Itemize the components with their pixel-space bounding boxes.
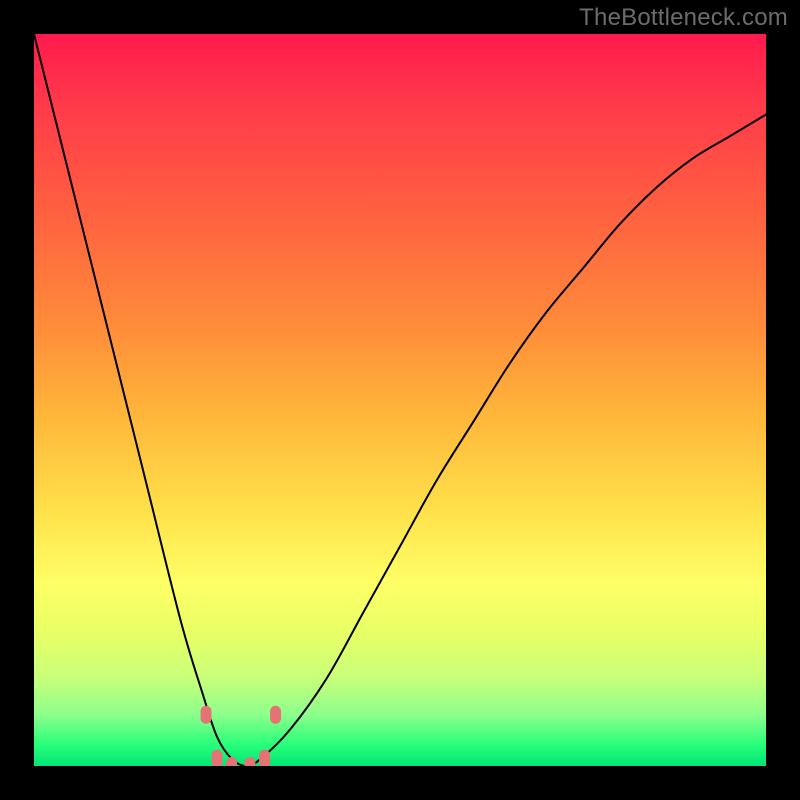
curve-marker (244, 757, 255, 766)
curve-marker (201, 706, 212, 724)
curve-svg (34, 34, 766, 766)
plot-area (34, 34, 766, 766)
curve-marker (270, 706, 281, 724)
curve-marker (259, 750, 270, 766)
bottleneck-curve (34, 34, 766, 766)
curve-marker (212, 750, 223, 766)
curve-markers-group (201, 706, 282, 766)
outer-frame: TheBottleneck.com (0, 0, 800, 800)
watermark-text: TheBottleneck.com (579, 4, 788, 32)
curve-marker (226, 757, 237, 766)
